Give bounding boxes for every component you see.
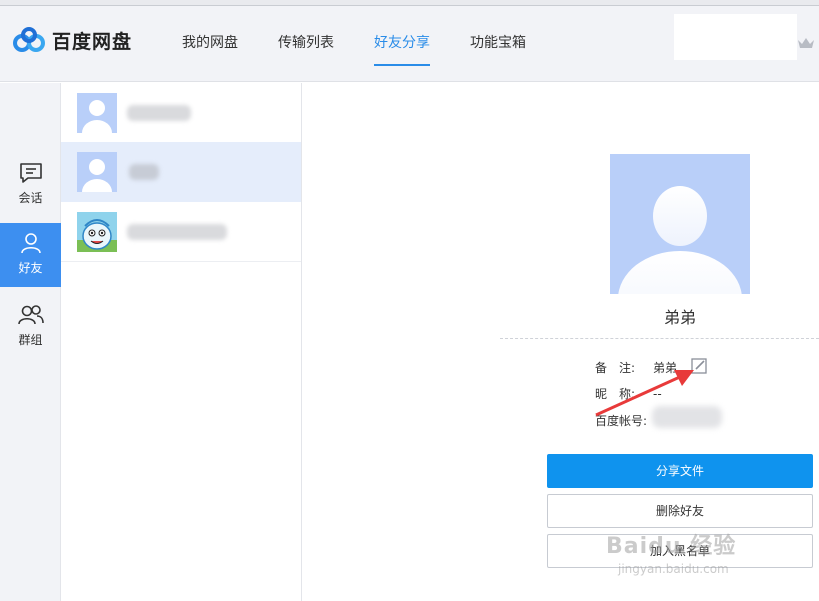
annotation-arrow — [595, 370, 694, 417]
sidebar-item-chat[interactable]: 会话 — [0, 153, 61, 217]
sidebar-item-label: 群组 — [18, 333, 43, 347]
friend-detail-panel: 弟弟 备 注: 弟弟 昵 称: -- 百度帐号: 分享文件 删除好友 加入黑名单 — [302, 83, 819, 601]
sidebar-item-label: 会话 — [18, 191, 43, 205]
watermark-main: Baidu 经验 — [606, 534, 737, 559]
list-divider — [61, 261, 301, 262]
friend-list-item[interactable] — [61, 83, 301, 143]
app-logo[interactable]: 百度网盘 — [12, 26, 132, 54]
friend-list-item[interactable] — [61, 202, 301, 262]
person-icon — [20, 233, 41, 254]
sidebar-item-groups[interactable]: 群组 — [0, 295, 61, 359]
watermark: Baidu 经验 jingyan.baidu.com — [606, 528, 806, 576]
chat-icon — [19, 163, 42, 183]
group-icon — [17, 305, 44, 325]
cloud-logo-icon — [13, 27, 45, 52]
nav-friend-share[interactable]: 好友分享 — [374, 6, 430, 82]
header: 百度网盘 我的网盘 传输列表 好友分享 功能宝箱 — [0, 6, 819, 82]
cartoon-avatar-icon — [77, 219, 117, 252]
friend-name — [129, 164, 159, 180]
sidebar-item-friends[interactable]: 好友 — [0, 223, 61, 287]
watermark-sub: jingyan.baidu.com — [618, 562, 729, 576]
friend-display-name: 弟弟 — [663, 308, 696, 327]
top-nav: 我的网盘 传输列表 好友分享 功能宝箱 — [182, 6, 566, 82]
avatar — [77, 152, 117, 192]
nav-my-disk[interactable]: 我的网盘 — [182, 6, 238, 82]
default-avatar-icon — [82, 159, 112, 192]
friend-list — [61, 83, 302, 601]
delete-friend-button[interactable]: 删除好友 — [547, 494, 813, 528]
nav-toolbox[interactable]: 功能宝箱 — [470, 6, 526, 82]
user-info-area[interactable] — [674, 14, 797, 60]
friend-list-item[interactable] — [61, 142, 301, 202]
friend-name — [127, 105, 191, 121]
app-name: 百度网盘 — [52, 30, 133, 53]
crown-icon[interactable] — [797, 36, 815, 50]
share-file-button[interactable]: 分享文件 — [547, 454, 813, 488]
avatar — [77, 93, 117, 133]
friend-name — [127, 224, 227, 240]
sidebar-item-label: 好友 — [18, 261, 43, 275]
default-avatar-icon — [618, 186, 742, 294]
nav-transfer-list[interactable]: 传输列表 — [278, 6, 334, 82]
left-sidebar: 会话 好友 群组 — [0, 83, 61, 601]
dashed-divider — [500, 338, 819, 339]
default-avatar-icon — [82, 100, 112, 133]
avatar — [610, 154, 750, 294]
avatar — [77, 212, 117, 252]
